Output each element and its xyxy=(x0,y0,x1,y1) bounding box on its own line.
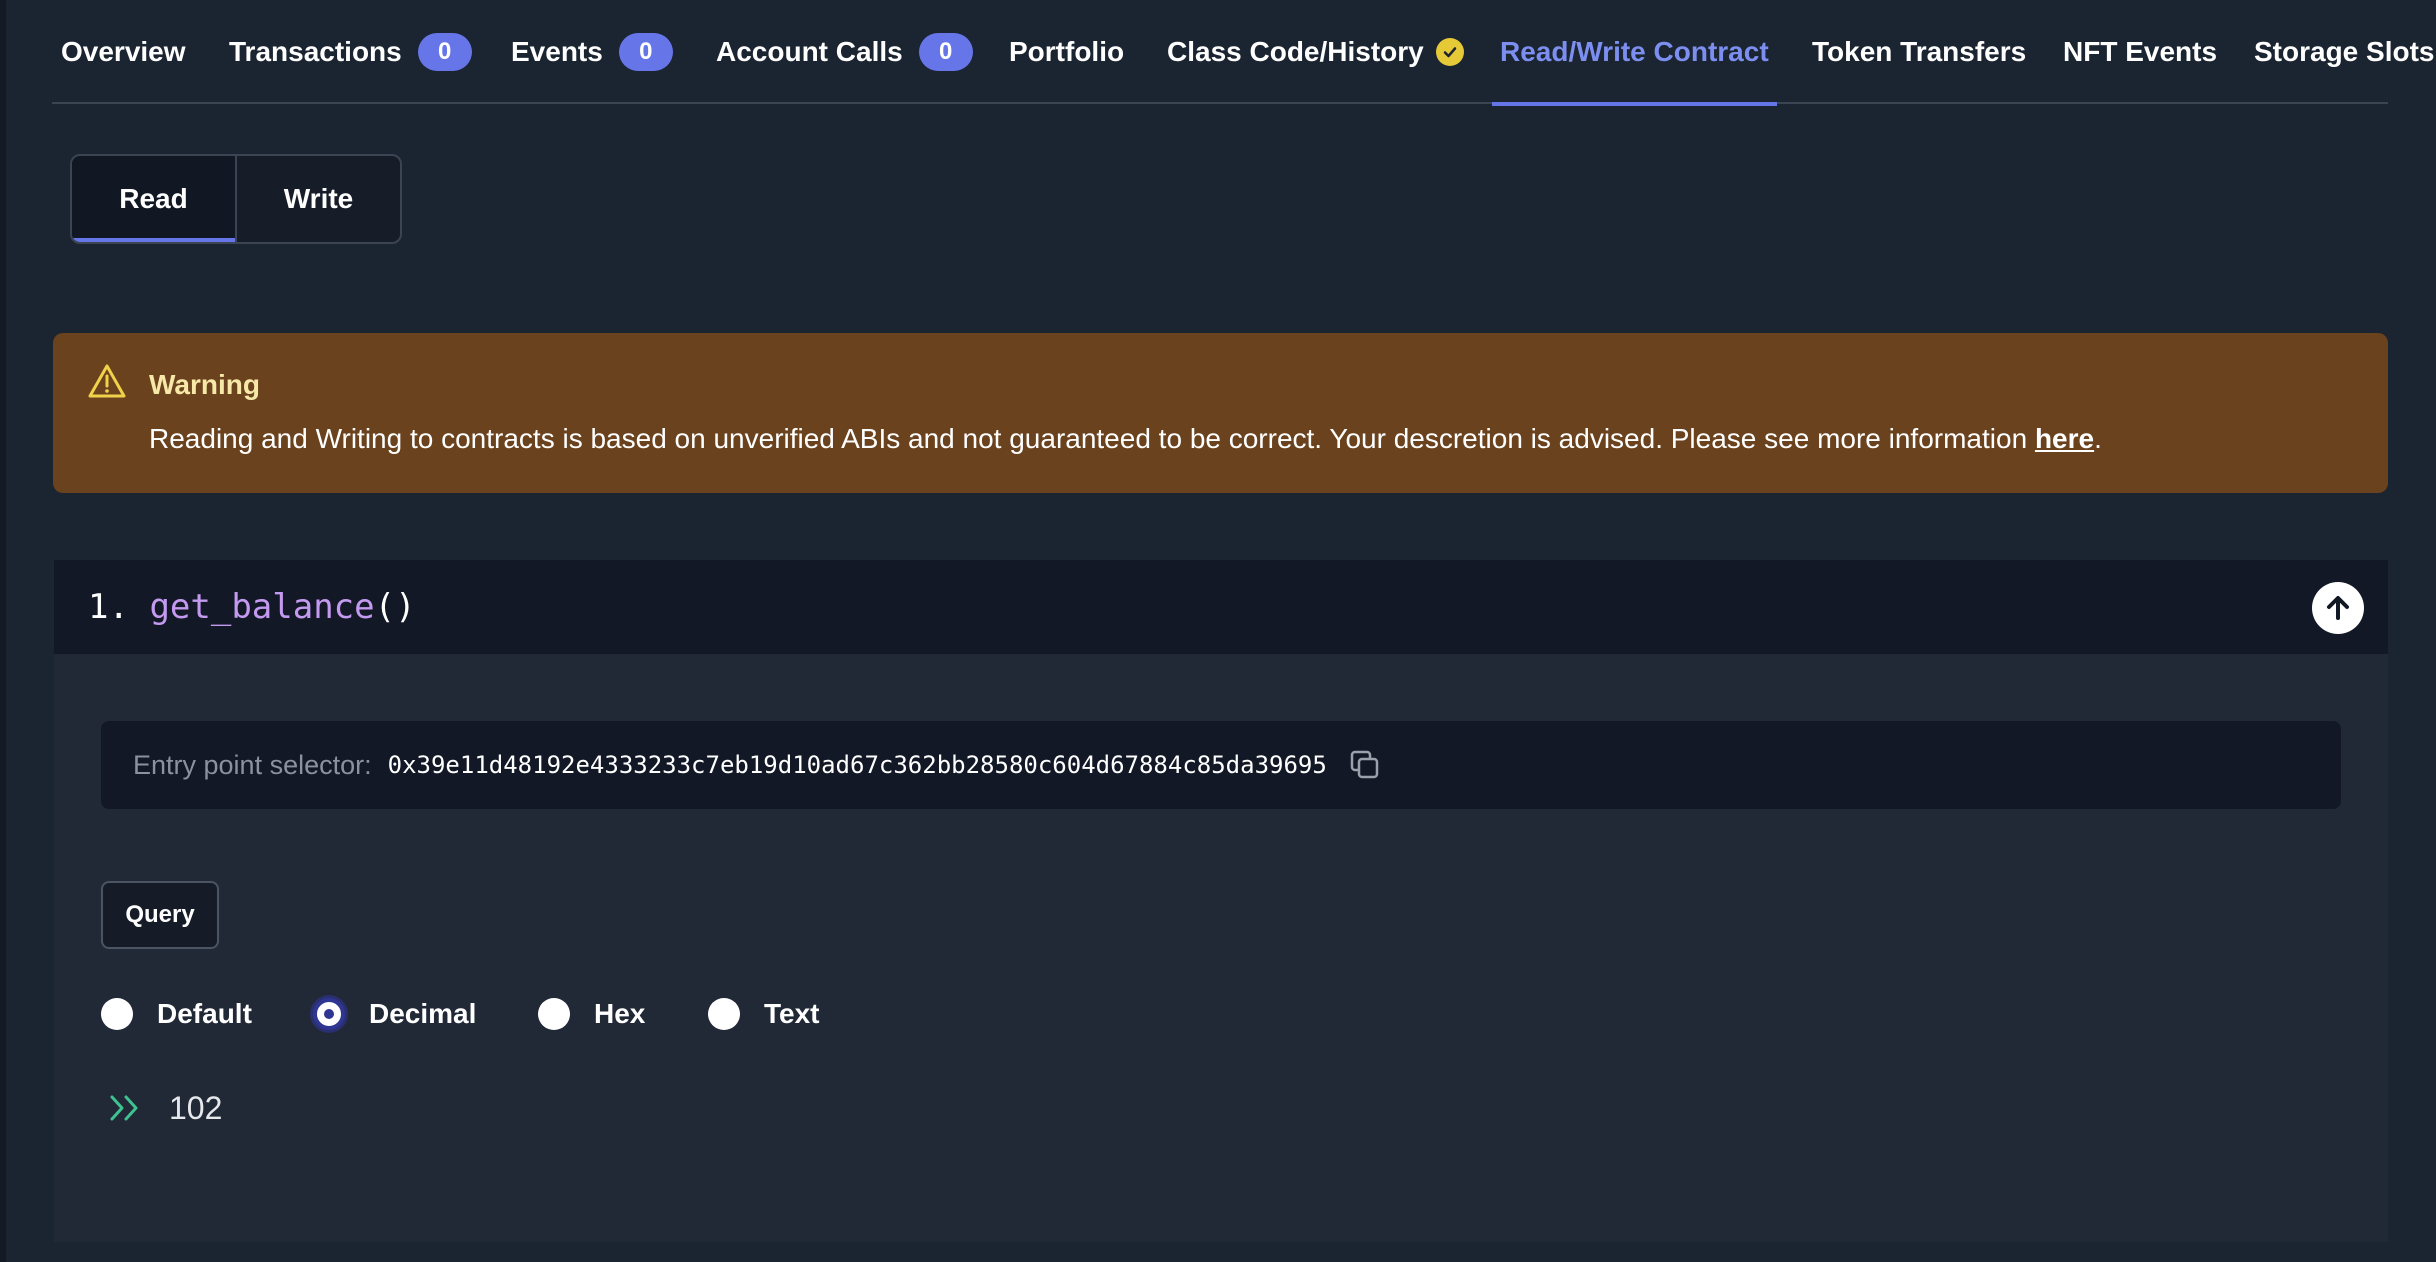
warning-icon xyxy=(88,364,126,398)
tab-class-code-history[interactable]: Class Code/History xyxy=(1167,0,1464,104)
query-result: 102 xyxy=(109,1086,222,1130)
radio-dot xyxy=(101,998,133,1030)
function-body: Entry point selector: 0x39e11d48192e4333… xyxy=(54,654,2388,1242)
entry-point-selector: Entry point selector: 0x39e11d48192e4333… xyxy=(101,721,2341,809)
function-index: 1. xyxy=(88,587,129,627)
count-badge: 0 xyxy=(417,33,472,71)
function-name: get_balance xyxy=(149,587,375,627)
write-button[interactable]: Write xyxy=(237,156,400,242)
tab-overview[interactable]: Overview xyxy=(61,0,186,104)
function-signature: 1. get_balance() xyxy=(88,560,416,654)
radio-label: Hex xyxy=(594,998,646,1029)
warning-message: Reading and Writing to contracts is base… xyxy=(149,423,2102,455)
radio-dot xyxy=(313,998,345,1030)
tab-transactions[interactable]: Transactions 0 xyxy=(229,0,472,104)
tab-label: NFT Events xyxy=(2063,36,2218,67)
tab-label: Read/Write Contract xyxy=(1500,36,1769,67)
warning-text: Reading and Writing to contracts is base… xyxy=(149,423,2035,454)
more-info-link[interactable]: here xyxy=(2035,423,2094,454)
copy-icon[interactable] xyxy=(1349,749,1381,781)
read-write-toggle: Read Write xyxy=(70,154,402,244)
radio-decimal[interactable]: Decimal xyxy=(313,994,476,1034)
warning-title: Warning xyxy=(149,369,260,400)
radio-hex[interactable]: Hex xyxy=(538,994,645,1034)
tab-label: Storage Slots xyxy=(2254,36,2435,67)
tab-storage-slots[interactable]: Storage Slots xyxy=(2254,0,2434,104)
radio-label: Text xyxy=(764,998,820,1029)
radio-label: Default xyxy=(157,998,252,1029)
tab-label: Transactions xyxy=(229,36,402,67)
radio-label: Decimal xyxy=(369,998,477,1029)
radio-default[interactable]: Default xyxy=(101,994,252,1034)
tab-label: Overview xyxy=(61,36,186,67)
tab-events[interactable]: Events 0 xyxy=(511,0,673,104)
tab-portfolio[interactable]: Portfolio xyxy=(1009,0,1124,104)
function-parens: () xyxy=(374,587,416,627)
tab-label: Class Code/History xyxy=(1167,36,1424,67)
collapse-up-arrow-icon[interactable] xyxy=(2312,582,2364,634)
tab-bar: Overview Transactions 0 Events 0 Account C… xyxy=(52,0,2434,106)
tab-token-transfers[interactable]: Token Transfers xyxy=(1812,0,2026,104)
function-header[interactable]: 1. get_balance() xyxy=(54,560,2388,654)
selector-label: Entry point selector: xyxy=(133,749,372,780)
chevrons-right-icon xyxy=(110,1095,138,1121)
tab-read-write-contract[interactable]: Read/Write Contract xyxy=(1492,0,1777,106)
count-badge: 0 xyxy=(918,33,973,71)
count-badge: 0 xyxy=(618,33,673,71)
selector-value: 0x39e11d48192e4333233c7eb19d10ad67c362bb… xyxy=(387,751,1327,779)
tab-label: Token Transfers xyxy=(1812,36,2027,67)
radio-dot xyxy=(708,998,740,1030)
tab-label: Portfolio xyxy=(1009,36,1125,67)
result-value: 102 xyxy=(169,1089,223,1126)
left-edge xyxy=(0,0,6,1262)
verified-check-icon xyxy=(1435,38,1464,66)
radio-dot xyxy=(538,998,570,1030)
read-button[interactable]: Read xyxy=(72,156,237,242)
tab-account-calls[interactable]: Account Calls 0 xyxy=(716,0,973,104)
query-button[interactable]: Query xyxy=(101,881,219,949)
tab-label: Account Calls xyxy=(716,36,903,67)
tab-label: Events xyxy=(511,36,603,67)
warning-period: . xyxy=(2094,423,2102,454)
radio-text[interactable]: Text xyxy=(708,994,820,1034)
warning-banner: Warning Reading and Writing to contracts… xyxy=(53,333,2388,493)
tab-nft-events[interactable]: NFT Events xyxy=(2063,0,2217,104)
